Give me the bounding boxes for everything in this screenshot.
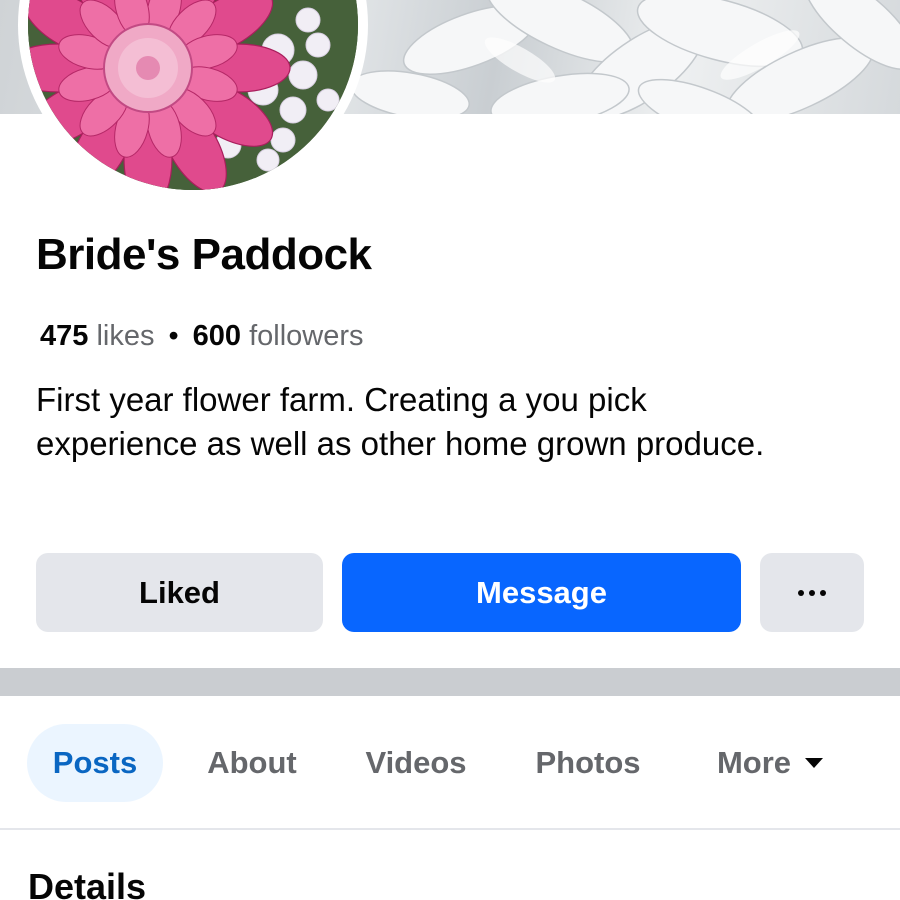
tabs-divider	[0, 828, 900, 830]
liked-button-label: Liked	[139, 574, 220, 610]
followers-count[interactable]: 600	[193, 320, 241, 352]
tab-videos[interactable]: Videos	[352, 724, 480, 802]
liked-button[interactable]: Liked	[36, 553, 323, 632]
page-stats: 475 likes • 600 followers	[40, 320, 364, 353]
likes-count[interactable]: 475	[40, 320, 88, 352]
likes-label[interactable]: likes	[96, 320, 154, 352]
bio-line: First year flower farm. Creating a you p…	[36, 381, 647, 418]
stats-separator: •	[168, 320, 179, 352]
tab-label: Posts	[52, 745, 138, 780]
tab-photos[interactable]: Photos	[522, 724, 654, 802]
protea-flower-image	[28, 0, 358, 190]
tab-posts[interactable]: Posts	[27, 724, 163, 802]
message-button[interactable]: Message	[342, 553, 741, 632]
bio-line: experience as well as other home grown p…	[36, 425, 765, 462]
more-horizontal-icon	[798, 589, 826, 596]
more-actions-button[interactable]	[760, 553, 864, 632]
tab-label: Photos	[535, 745, 641, 780]
message-button-label: Message	[476, 574, 607, 610]
tab-more[interactable]: More	[700, 724, 840, 802]
details-heading: Details	[28, 866, 147, 900]
caret-down-icon	[805, 758, 824, 768]
profile-tabs: Posts About Videos Photos More	[0, 720, 900, 806]
tab-label: Videos	[365, 745, 467, 780]
tab-about[interactable]: About	[197, 724, 307, 802]
page-title: Bride's Paddock	[36, 230, 372, 279]
tab-label: More	[716, 745, 792, 780]
section-divider	[0, 668, 900, 696]
followers-label[interactable]: followers	[249, 320, 363, 352]
page-bio: First year flower farm. Creating a you p…	[36, 378, 876, 466]
tab-label: About	[207, 745, 297, 780]
avatar[interactable]	[28, 0, 358, 190]
